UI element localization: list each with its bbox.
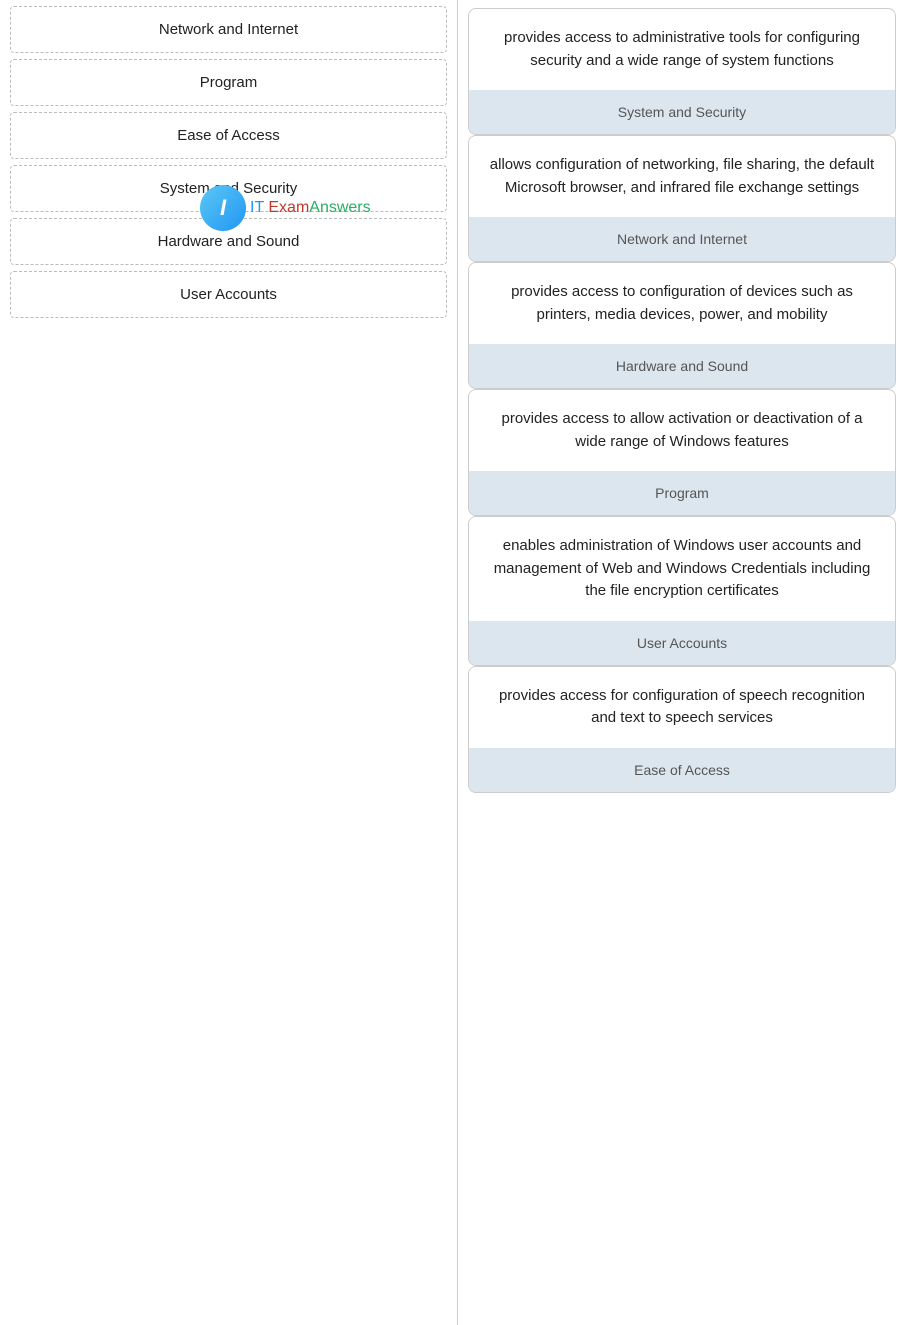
left-column: I IT ExamAnswers Network and InternetPro… [0, 0, 458, 1325]
main-container: I IT ExamAnswers Network and InternetPro… [0, 0, 906, 1325]
user-accounts-card: enables administration of Windows user a… [468, 516, 896, 666]
program-card: provides access to allow activation or d… [468, 389, 896, 516]
cards-container: provides access to administrative tools … [468, 8, 896, 793]
ease-of-access-card-label[interactable]: Ease of Access [469, 748, 895, 792]
system-and-security-card-description: provides access to administrative tools … [469, 9, 895, 90]
system-and-security-card: provides access to administrative tools … [468, 8, 896, 135]
ease-of-access-card: provides access for configuration of spe… [468, 666, 896, 793]
network-and-internet-card: allows configuration of networking, file… [468, 135, 896, 262]
system-and-security-card-label[interactable]: System and Security [469, 90, 895, 134]
user-accounts-card-label[interactable]: User Accounts [469, 621, 895, 665]
left-items-list: Network and Internet Program Ease of Acces… [0, 6, 457, 318]
left-item-system-and-security[interactable]: System and Security [10, 165, 447, 212]
hardware-and-sound-card-description: provides access to configuration of devi… [469, 263, 895, 344]
left-item-hardware-and-sound[interactable]: Hardware and Sound [10, 218, 447, 265]
right-column: provides access to administrative tools … [458, 0, 906, 1325]
hardware-and-sound-card: provides access to configuration of devi… [468, 262, 896, 389]
left-item-user-accounts[interactable]: User Accounts [10, 271, 447, 318]
left-item-ease-of-access[interactable]: Ease of Access [10, 112, 447, 159]
user-accounts-card-description: enables administration of Windows user a… [469, 517, 895, 621]
left-item-program[interactable]: Program [10, 59, 447, 106]
hardware-and-sound-card-label[interactable]: Hardware and Sound [469, 344, 895, 388]
program-card-description: provides access to allow activation or d… [469, 390, 895, 471]
left-item-network-and-internet[interactable]: Network and Internet [10, 6, 447, 53]
ease-of-access-card-description: provides access for configuration of spe… [469, 667, 895, 748]
network-and-internet-card-description: allows configuration of networking, file… [469, 136, 895, 217]
network-and-internet-card-label[interactable]: Network and Internet [469, 217, 895, 261]
program-card-label[interactable]: Program [469, 471, 895, 515]
